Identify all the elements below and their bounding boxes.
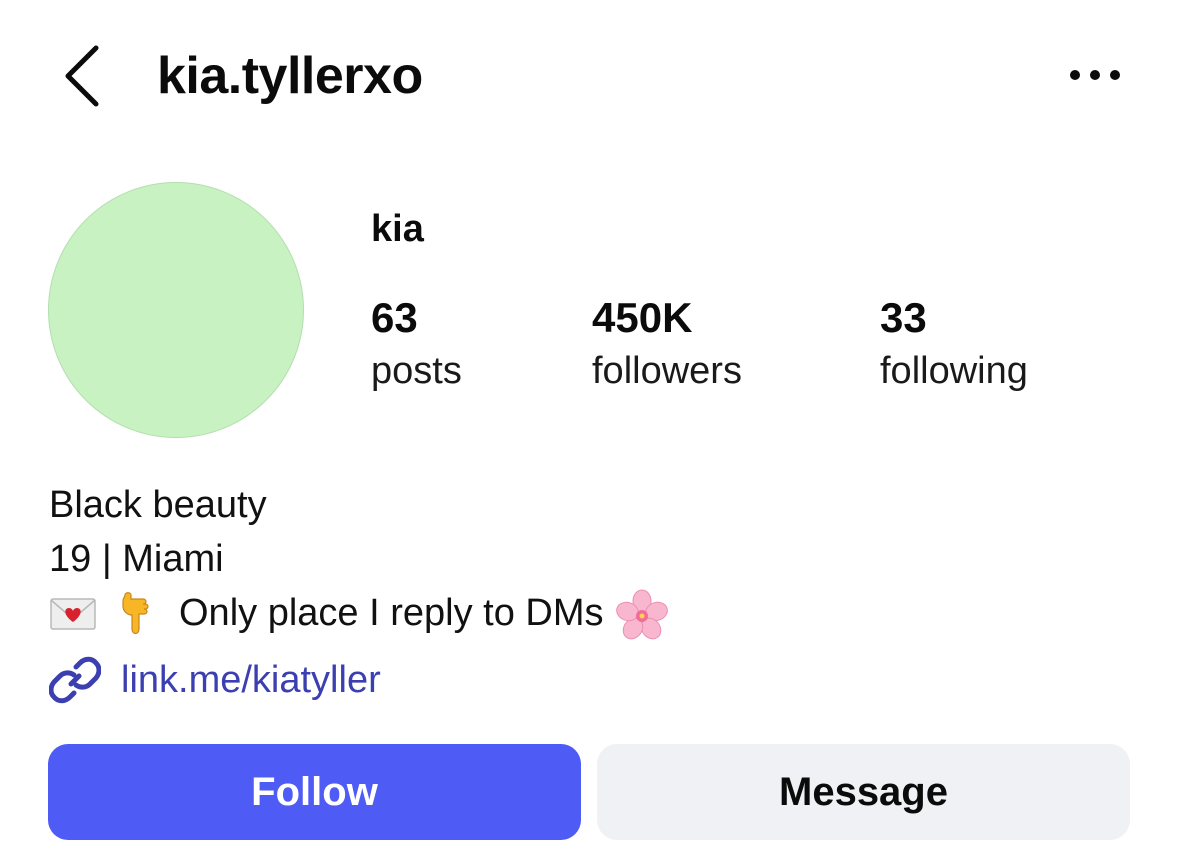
link-text: link.me/kiatyller bbox=[121, 659, 381, 701]
bio-line-2: 19 | Miami bbox=[49, 538, 224, 580]
pointing-down-icon bbox=[111, 589, 159, 637]
followers-count: 450K bbox=[592, 294, 693, 341]
message-button[interactable]: Message bbox=[597, 744, 1130, 840]
cherry-blossom-icon bbox=[615, 589, 669, 640]
stat-followers[interactable]: 450K followers bbox=[592, 292, 742, 398]
profile-page: kia.tyllerxo kia 63 posts 450K followers… bbox=[0, 0, 1179, 864]
following-label: following bbox=[880, 350, 1028, 392]
bio-line-1: Black beauty bbox=[49, 484, 267, 526]
avatar[interactable] bbox=[48, 182, 304, 438]
chevron-left-icon bbox=[58, 40, 108, 112]
bio-line-3-text: Only place I reply to DMs bbox=[179, 592, 604, 634]
link-icon bbox=[48, 654, 102, 706]
bio: Black beauty 19 | Miami Only place I rep… bbox=[49, 478, 669, 640]
stat-following[interactable]: 33 following bbox=[880, 292, 1028, 398]
followers-label: followers bbox=[592, 350, 742, 392]
more-options-button[interactable] bbox=[1066, 60, 1124, 90]
posts-label: posts bbox=[371, 350, 462, 392]
stat-posts[interactable]: 63 posts bbox=[371, 292, 462, 398]
display-name: kia bbox=[371, 208, 424, 250]
follow-button[interactable]: Follow bbox=[48, 744, 581, 840]
profile-username: kia.tyllerxo bbox=[157, 47, 423, 105]
following-count: 33 bbox=[880, 294, 927, 341]
posts-count: 63 bbox=[371, 294, 418, 341]
more-horizontal-icon bbox=[1066, 70, 1124, 94]
profile-link[interactable]: link.me/kiatyller bbox=[48, 652, 381, 708]
love-letter-icon bbox=[49, 589, 97, 637]
back-button[interactable] bbox=[58, 40, 108, 112]
bio-line-3: Only place I reply to DMs bbox=[49, 586, 669, 640]
